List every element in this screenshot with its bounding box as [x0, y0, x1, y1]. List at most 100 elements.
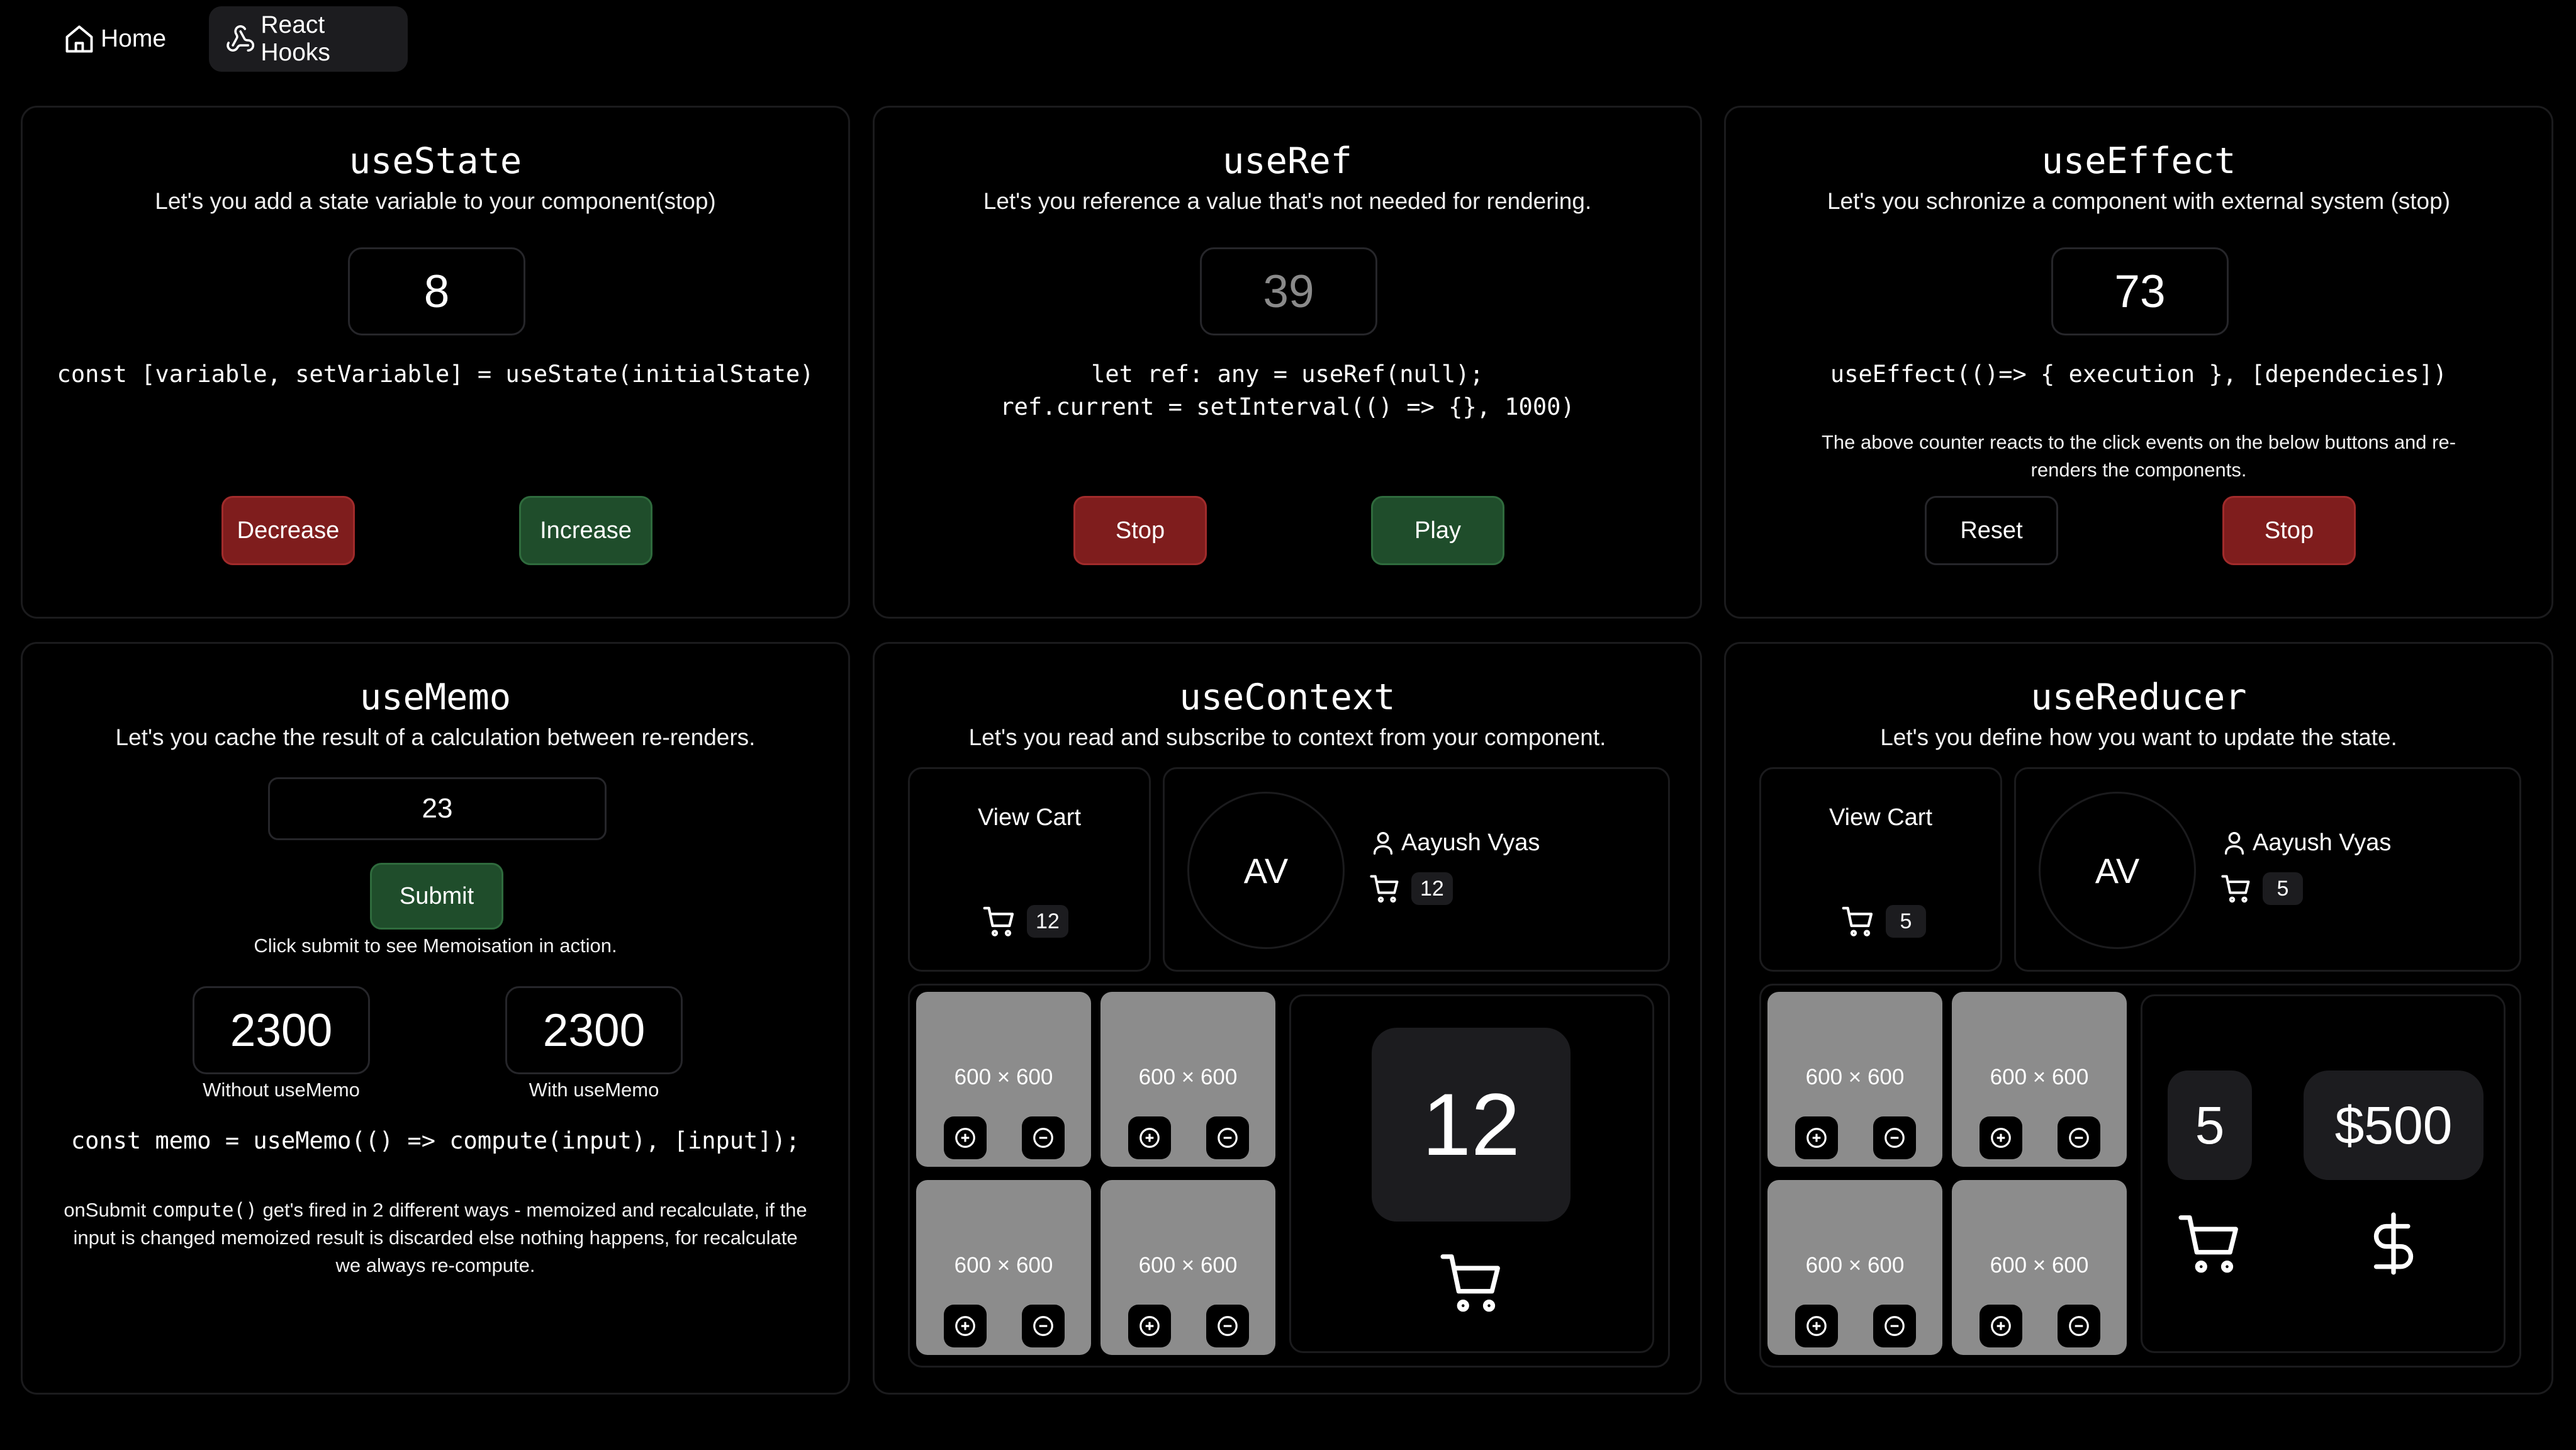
reset-button[interactable]: Reset [1925, 496, 2058, 565]
with-memo-label: With useMemo [529, 1079, 659, 1101]
card-title: useReducer [2030, 677, 2247, 718]
minus-circle-icon [1033, 1128, 1053, 1148]
code-snippet: const memo = useMemo(() => compute(input… [70, 1127, 800, 1154]
add-button[interactable] [1128, 1116, 1171, 1159]
shopping-cart-icon [1842, 906, 1873, 936]
card-description: Let's you define how you want to update … [1880, 724, 2397, 750]
tile-label: 600 × 600 [954, 1253, 1053, 1278]
card-title: useState [349, 140, 522, 182]
card-description: Let's you cache the result of a calculat… [115, 724, 756, 750]
view-cart-label: View Cart [1828, 804, 1933, 831]
shopping-cart-icon [1370, 875, 1399, 903]
product-tile: 600 × 600 [1952, 1180, 2127, 1355]
effect-counter: 73 [2051, 247, 2229, 335]
minus-circle-icon [1218, 1128, 1238, 1148]
user-name-line: Aayush Vyas [2220, 828, 2391, 857]
dollar-icon [2373, 1212, 2414, 1275]
add-button[interactable] [1795, 1305, 1838, 1347]
submit-button[interactable]: Submit [370, 863, 503, 930]
minus-circle-icon [2069, 1316, 2089, 1336]
add-button[interactable] [1980, 1305, 2022, 1347]
code-line-2: ref.current = setInterval(() => {}, 1000… [1000, 393, 1575, 420]
code-snippet: const [variable, setVariable] = useState… [57, 361, 814, 388]
card-description: Let's you schronize a component with ext… [1827, 188, 2451, 214]
stop-button[interactable]: Stop [2222, 496, 2356, 565]
usememo-card: useMemo Let's you cache the result of a … [21, 642, 850, 1395]
memo-input[interactable]: 23 [268, 777, 607, 840]
product-tile: 600 × 600 [1952, 992, 2127, 1167]
add-button[interactable] [1795, 1116, 1838, 1159]
memo-note-code: compute() [151, 1199, 257, 1222]
cart-summary-panel: 5 $500 [2141, 994, 2506, 1353]
cart-total-amount: $500 [2304, 1071, 2484, 1180]
avatar: AV [2039, 792, 2196, 949]
tile-label: 600 × 600 [1990, 1253, 2089, 1278]
nav-hooks-label: React Hooks [260, 11, 330, 66]
tile-label: 600 × 600 [1805, 1065, 1905, 1089]
nav-home[interactable]: Home [47, 6, 182, 72]
user-panel: AV Aayush Vyas 12 [1163, 767, 1670, 972]
shopping-cart-icon [2221, 875, 2250, 903]
without-memo-value: 2300 [193, 986, 370, 1074]
product-tile: 600 × 600 [916, 1180, 1091, 1355]
user-icon [1373, 831, 1393, 855]
add-button[interactable] [944, 1116, 987, 1159]
user-name: Aayush Vyas [1401, 829, 1540, 856]
card-title: useEffect [2041, 140, 2236, 182]
cart-count-line: 5 [1840, 904, 1926, 939]
remove-button[interactable] [1873, 1305, 1916, 1347]
minus-circle-icon [1218, 1316, 1238, 1336]
remove-button[interactable] [1022, 1116, 1065, 1159]
useeffect-card: useEffect Let's you schronize a componen… [1724, 106, 2553, 619]
view-cart-panel[interactable]: View Cart 12 [908, 767, 1151, 972]
counter-value: 8 [348, 247, 525, 335]
add-button[interactable] [1128, 1305, 1171, 1347]
with-memo-value: 2300 [505, 986, 683, 1074]
minus-circle-icon [1033, 1316, 1053, 1336]
products-panel: 600 × 600 600 × 600 600 × 600 600 × 600 … [908, 984, 1670, 1368]
shopping-cart-icon [2178, 1215, 2238, 1273]
plus-circle-icon [1140, 1316, 1160, 1336]
user-icon [2224, 831, 2244, 855]
user-cart-line: 12 [1369, 872, 1453, 905]
add-button[interactable] [944, 1305, 987, 1347]
remove-button[interactable] [1022, 1305, 1065, 1347]
play-button[interactable]: Play [1371, 496, 1504, 565]
minus-circle-icon [1884, 1128, 1905, 1148]
cart-count-badge: 12 [1027, 905, 1068, 938]
webhook-icon [227, 25, 255, 52]
item-count: 5 [2168, 1071, 2252, 1180]
user-cart-line: 5 [2220, 872, 2303, 905]
add-button[interactable] [1980, 1116, 2022, 1159]
plus-circle-icon [1806, 1316, 1827, 1336]
card-description: Let's you add a state variable to your c… [155, 188, 716, 214]
plus-circle-icon [1991, 1128, 2011, 1148]
effect-note: The above counter reacts to the click ev… [1821, 431, 2456, 481]
remove-button[interactable] [2058, 1116, 2100, 1159]
code-line-1: let ref: any = useRef(null); [1091, 361, 1484, 388]
view-cart-panel[interactable]: View Cart 5 [1759, 767, 2002, 972]
card-title: useRef [1223, 140, 1352, 182]
code-snippet: useEffect(()=> { execution }, [dependeci… [1830, 361, 2448, 388]
cart-summary-panel: 12 [1289, 994, 1654, 1353]
stop-button[interactable]: Stop [1073, 496, 1207, 565]
tile-label: 600 × 600 [1138, 1253, 1238, 1278]
card-title: useContext [1179, 677, 1396, 718]
memo-note-prefix: onSubmit [64, 1199, 152, 1221]
shopping-cart-icon [1440, 1254, 1500, 1312]
nav-react-hooks[interactable]: React Hooks [209, 6, 408, 72]
increase-button[interactable]: Increase [519, 496, 652, 565]
decrease-button[interactable]: Decrease [221, 496, 355, 565]
remove-button[interactable] [1206, 1116, 1249, 1159]
usecontext-card: useContext Let's you read and subscribe … [873, 642, 1702, 1395]
remove-button[interactable] [2058, 1305, 2100, 1347]
useref-card: useRef Let's you reference a value that'… [873, 106, 1702, 619]
cart-count-line: 12 [982, 904, 1068, 939]
top-nav: Home React Hooks [0, 0, 2576, 79]
cart-total-count: 12 [1372, 1028, 1571, 1222]
user-name: Aayush Vyas [2253, 829, 2392, 856]
remove-button[interactable] [1206, 1305, 1249, 1347]
products-panel: 600 × 600 600 × 600 600 × 600 600 × 600 … [1759, 984, 2521, 1368]
remove-button[interactable] [1873, 1116, 1916, 1159]
tile-label: 600 × 600 [1138, 1065, 1238, 1089]
